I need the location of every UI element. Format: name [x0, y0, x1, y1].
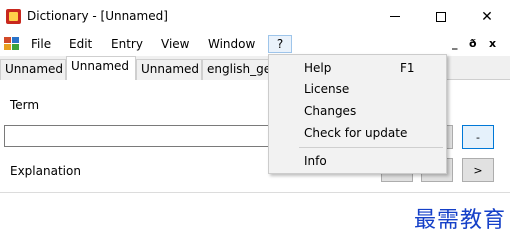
menu-item-check-for-update[interactable]: Check for update	[269, 122, 446, 144]
minimize-button[interactable]	[372, 0, 418, 33]
menu-item-license-label: License	[304, 82, 350, 96]
menu-item-license[interactable]: License	[269, 78, 446, 100]
term-label: Term	[10, 98, 40, 112]
title-bar: Dictionary - [Unnamed] ✕	[0, 0, 510, 33]
app-icon	[6, 9, 21, 24]
tab-unnamed-1[interactable]: Unnamed	[0, 59, 66, 80]
mdi-minimize-button[interactable]: _	[452, 37, 458, 50]
menu-window[interactable]: Window	[203, 36, 260, 54]
maximize-icon	[436, 11, 446, 22]
tab-unnamed-3[interactable]: Unnamed	[136, 59, 202, 80]
divider	[0, 192, 510, 193]
menu-item-check-update-label: Check for update	[304, 126, 408, 140]
tab-english-ge[interactable]: english_ge	[202, 59, 272, 80]
tab-unnamed-2[interactable]: Unnamed	[66, 56, 136, 81]
menu-item-help[interactable]: Help F1	[269, 57, 446, 79]
watermark-text: 最需教育	[413, 208, 506, 233]
explanation-label: Explanation	[10, 164, 81, 178]
menu-item-info[interactable]: Info	[269, 150, 446, 172]
menu-help[interactable]: ?	[268, 35, 292, 53]
menu-edit[interactable]: Edit	[64, 36, 97, 54]
menu-view[interactable]: View	[156, 36, 194, 54]
mdi-close-button[interactable]: x	[489, 37, 496, 50]
remove-button[interactable]: -	[462, 125, 494, 149]
menu-item-help-label: Help	[304, 61, 332, 75]
mdi-restore-button[interactable]: ð	[469, 37, 477, 50]
menu-separator	[299, 147, 443, 148]
menu-file[interactable]: File	[26, 36, 56, 54]
menu-item-help-shortcut: F1	[400, 61, 415, 75]
help-dropdown-menu: Help F1 License Changes Check for update…	[268, 54, 447, 174]
next-button[interactable]: >	[462, 158, 494, 182]
menu-entry[interactable]: Entry	[106, 36, 148, 54]
maximize-button[interactable]	[418, 0, 464, 33]
menu-item-info-label: Info	[304, 154, 327, 168]
menu-item-changes-label: Changes	[304, 104, 357, 118]
menu-item-changes[interactable]: Changes	[269, 100, 446, 122]
close-icon: ✕	[481, 8, 493, 25]
menu-bar: File Edit Entry View Window ? _ ð x	[0, 33, 510, 55]
minimize-icon	[390, 16, 400, 17]
window-title: Dictionary - [Unnamed]	[27, 9, 168, 23]
close-button[interactable]: ✕	[464, 0, 510, 33]
document-system-menu-icon[interactable]	[4, 37, 20, 51]
